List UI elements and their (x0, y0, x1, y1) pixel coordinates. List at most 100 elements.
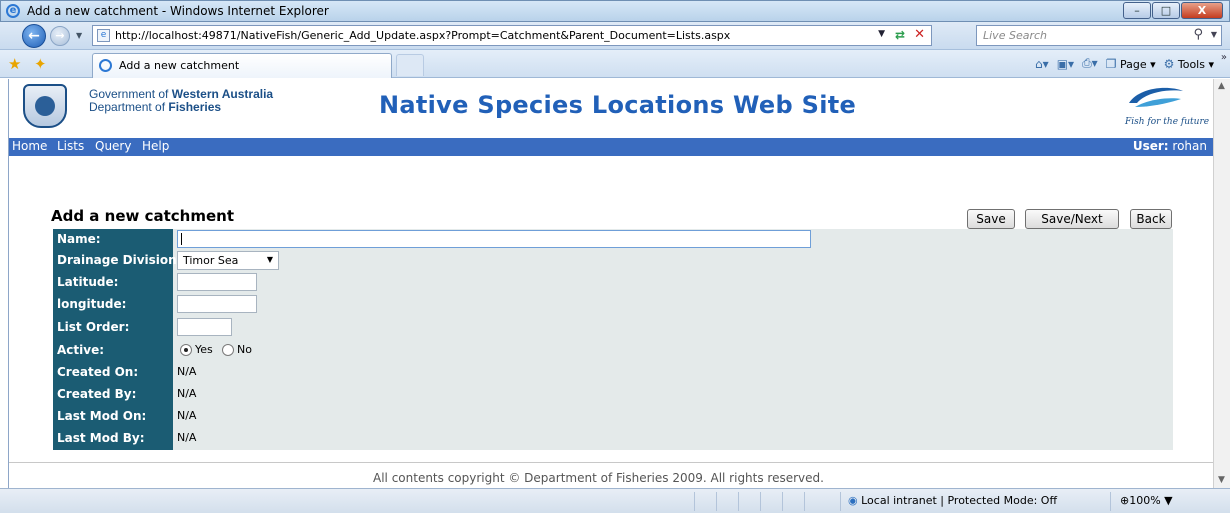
form-row-last-mod-on: Last Mod On: N/A (53, 406, 1173, 427)
page-icon: e (97, 29, 110, 42)
stop-icon[interactable]: ✕ (914, 27, 925, 42)
status-divider (694, 492, 695, 511)
latitude-label: Latitude: (57, 275, 119, 289)
created-on-value: N/A (177, 365, 197, 378)
window-titlebar: e Add a new catchment - Windows Internet… (0, 0, 1230, 22)
latitude-input[interactable] (177, 273, 257, 291)
form-title: Add a new catchment (51, 207, 234, 225)
page-menu-label: Page ▾ (1119, 57, 1156, 71)
vertical-scrollbar[interactable]: ▲ ▼ (1213, 79, 1230, 488)
scroll-down-icon[interactable]: ▼ (1218, 475, 1225, 485)
save-next-button[interactable]: Save/Next (1025, 209, 1119, 229)
intranet-globe-icon: ◉ (848, 494, 858, 507)
status-divider (840, 492, 841, 511)
list-order-input[interactable] (177, 318, 232, 336)
home-button[interactable]: ⌂▾ (1035, 57, 1049, 71)
drainage-division-select[interactable]: Timor Sea ▼ (177, 251, 279, 270)
feeds-icon: ▣▾ (1056, 56, 1075, 71)
govt-line-2-bold: Fisheries (168, 100, 222, 114)
command-bar: ⌂▾ ▣▾ ⎙▾ ❐ Page ▾ ⚙ Tools ▾ (1027, 56, 1214, 71)
home-icon: ⌂▾ (1035, 56, 1049, 71)
page-viewport: Government of Western Australia Departme… (8, 79, 1213, 488)
status-divider (1110, 492, 1111, 511)
add-favorites-icon[interactable]: ✦ (34, 55, 47, 73)
close-button[interactable]: X (1181, 2, 1223, 19)
forward-button[interactable]: → (50, 26, 70, 46)
scroll-up-icon[interactable]: ▲ (1218, 81, 1225, 91)
active-no-radio[interactable] (222, 344, 234, 356)
last-mod-on-value: N/A (177, 409, 197, 422)
name-input[interactable] (177, 230, 811, 248)
menu-home[interactable]: Home (12, 139, 47, 153)
catchment-form: Name: Drainage Division: Timor Sea ▼ Lat… (53, 229, 1173, 450)
site-menubar: Home Lists Query Help User: rohan (9, 138, 1213, 156)
recent-pages-dropdown[interactable]: ▼ (76, 31, 82, 40)
security-zone[interactable]: ◉ Local intranet | Protected Mode: Off (848, 494, 1057, 507)
new-tab-button[interactable] (396, 54, 424, 76)
tab-active[interactable]: Add a new catchment (92, 53, 392, 78)
zoom-level[interactable]: ⊕100% ▼ (1120, 494, 1173, 507)
active-yes-radio[interactable] (180, 344, 192, 356)
address-bar[interactable]: e http://localhost:49871/NativeFish/Gene… (92, 25, 932, 46)
site-title: Native Species Locations Web Site (379, 91, 857, 119)
page-footer: All contents copyright © Department of F… (9, 462, 1213, 488)
created-by-value: N/A (177, 387, 197, 400)
form-row-created-by: Created By: N/A (53, 384, 1173, 405)
chevron-down-icon: ▼ (266, 255, 273, 264)
save-button[interactable]: Save (967, 209, 1015, 229)
last-mod-by-value: N/A (177, 431, 197, 444)
user-name: rohan (1172, 139, 1207, 153)
search-icon[interactable]: ⚲ (1193, 27, 1203, 42)
favorites-star-icon[interactable]: ★ (8, 55, 21, 73)
active-label: Active: (57, 343, 105, 357)
window-controls: – □ X (1122, 2, 1223, 19)
menu-query[interactable]: Query (95, 139, 131, 153)
tools-menu[interactable]: ⚙ Tools ▾ (1164, 57, 1214, 71)
back-button[interactable]: ← (22, 24, 46, 48)
govt-line-1-prefix: Government of (89, 87, 172, 101)
status-divider (804, 492, 805, 511)
refresh-icon[interactable]: ⇄ (895, 28, 905, 42)
maximize-button[interactable]: □ (1152, 2, 1180, 19)
active-no-label[interactable]: No (237, 343, 252, 356)
form-row-name: Name: (53, 229, 1173, 250)
print-icon: ⎙▾ (1082, 56, 1098, 70)
status-divider (738, 492, 739, 511)
menu-lists[interactable]: Lists (57, 139, 84, 153)
form-row-active: Active: Yes No (53, 340, 1173, 361)
back-button-form[interactable]: Back (1130, 209, 1172, 229)
site-tagline: Fish for the future (1125, 117, 1210, 127)
form-row-last-mod-by: Last Mod By: N/A (53, 428, 1173, 449)
feeds-button[interactable]: ▣▾ (1057, 57, 1074, 71)
active-yes-label[interactable]: Yes (195, 343, 213, 356)
form-row-drainage: Drainage Division: Timor Sea ▼ (53, 250, 1173, 271)
form-row-created-on: Created On: N/A (53, 362, 1173, 383)
chevron-right-icon[interactable]: » (1221, 52, 1227, 63)
page-menu[interactable]: ❐ Page ▾ (1106, 57, 1156, 71)
copyright-text: All contents copyright © Department of F… (373, 471, 824, 485)
list-order-label: List Order: (57, 320, 130, 334)
current-user: User: rohan (1133, 139, 1207, 153)
address-row: ← → ▼ e http://localhost:49871/NativeFis… (0, 22, 1230, 50)
page-icon: ❐ (1105, 56, 1117, 71)
search-options-icon[interactable]: ▼ (1211, 30, 1217, 39)
last-mod-on-label: Last Mod On: (57, 409, 147, 423)
status-bar: ◉ Local intranet | Protected Mode: Off ⊕… (0, 488, 1230, 513)
print-button[interactable]: ⎙▾ (1082, 56, 1098, 71)
address-url[interactable]: http://localhost:49871/NativeFish/Generi… (115, 29, 730, 42)
tab-label: Add a new catchment (119, 59, 240, 72)
minimize-button[interactable]: – (1123, 2, 1151, 19)
tools-icon: ⚙ (1163, 56, 1175, 71)
govt-line-1: Government of Western Australia (89, 87, 273, 101)
status-divider (782, 492, 783, 511)
longitude-input[interactable] (177, 295, 257, 313)
menu-help[interactable]: Help (142, 139, 169, 153)
search-box[interactable]: Live Search ⚲ ▼ (976, 25, 1222, 46)
address-dropdown-icon[interactable]: ▼ (878, 29, 885, 39)
last-mod-by-label: Last Mod By: (57, 431, 145, 445)
form-row-latitude: Latitude: (53, 272, 1173, 293)
name-label: Name: (57, 232, 101, 246)
zoom-value: 100% (1129, 494, 1161, 507)
status-divider (716, 492, 717, 511)
security-zone-text: Local intranet | Protected Mode: Off (861, 494, 1058, 507)
